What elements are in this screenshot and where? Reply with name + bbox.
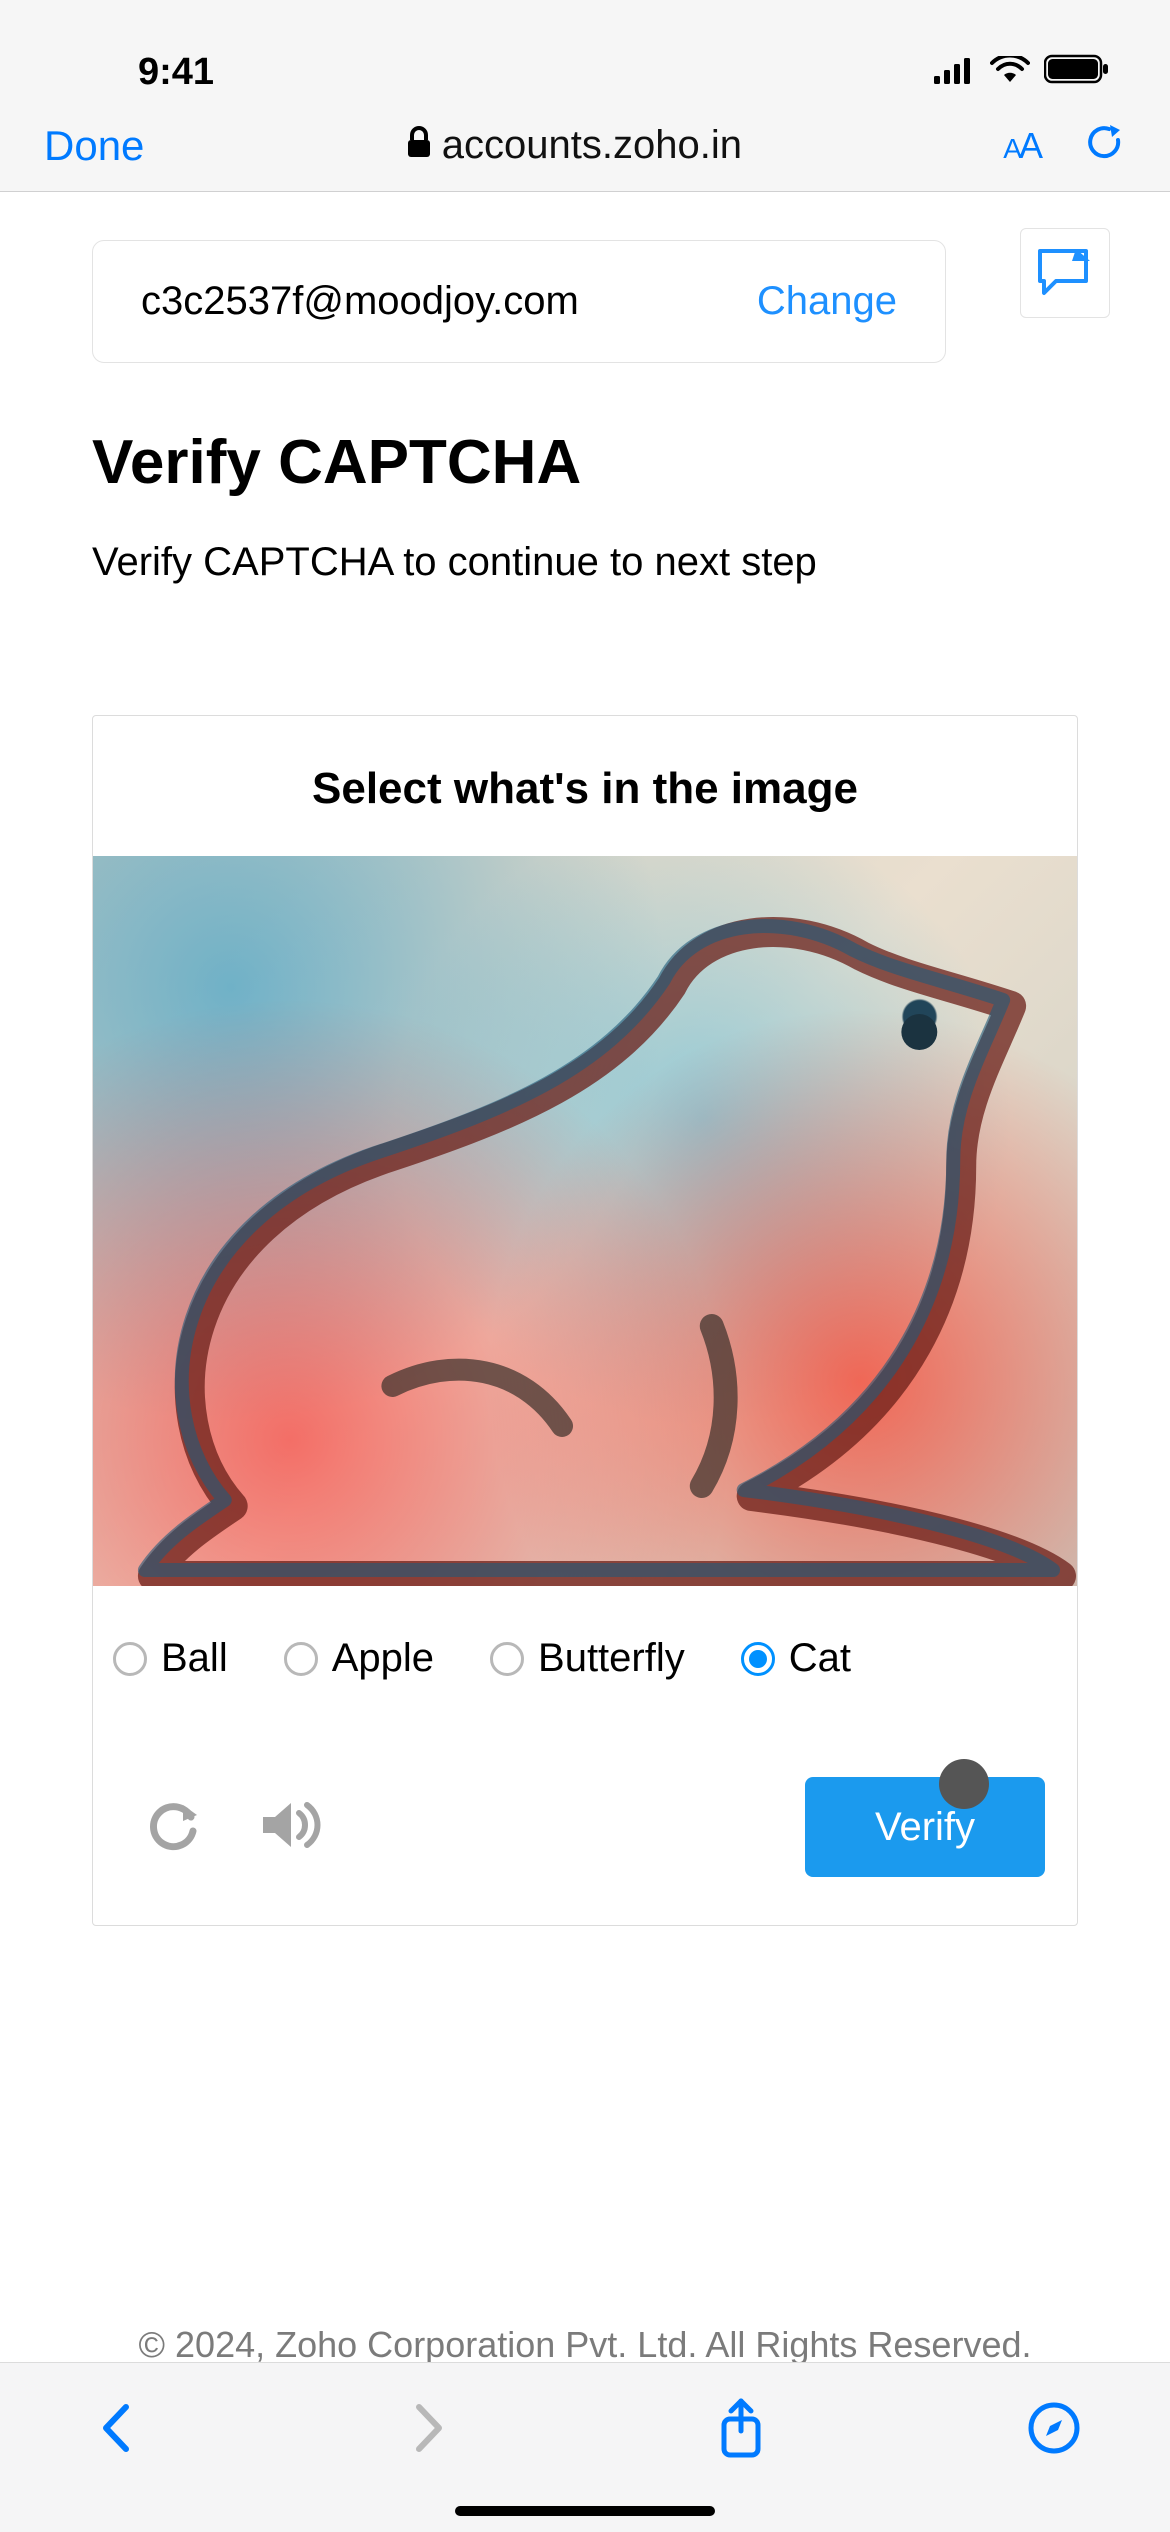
share-button[interactable]	[701, 2397, 781, 2459]
radio-icon	[490, 1642, 524, 1676]
account-email: c3c2537f@moodjoy.com	[141, 279, 579, 324]
cursor-indicator	[939, 1759, 989, 1809]
account-email-box: c3c2537f@moodjoy.com Change	[92, 240, 946, 363]
change-email-button[interactable]: Change	[757, 279, 897, 324]
status-bar: 9:41	[0, 0, 1170, 100]
captcha-instruction: Select what's in the image	[93, 716, 1077, 856]
radio-icon	[284, 1642, 318, 1676]
captcha-option-butterfly[interactable]: Butterfly	[490, 1636, 685, 1681]
url-host-text: accounts.zoho.in	[442, 123, 742, 168]
option-label: Apple	[332, 1636, 434, 1681]
page-title: Verify CAPTCHA	[92, 427, 1078, 498]
battery-icon	[1044, 51, 1110, 94]
verify-button-label: Verify	[875, 1805, 975, 1849]
captcha-card: Select what's in the image Ball Apple	[92, 715, 1078, 1926]
feedback-button[interactable]	[1020, 228, 1110, 318]
forward-button[interactable]	[389, 2403, 469, 2453]
option-label: Cat	[789, 1636, 851, 1681]
option-label: Ball	[161, 1636, 228, 1681]
cellular-icon	[934, 51, 976, 94]
page-content: c3c2537f@moodjoy.com Change Verify CAPTC…	[0, 192, 1170, 2362]
page-subtitle: Verify CAPTCHA to continue to next step	[92, 540, 1078, 585]
radio-icon	[113, 1642, 147, 1676]
refresh-captcha-icon[interactable]	[143, 1793, 207, 1862]
home-indicator	[455, 2506, 715, 2516]
captcha-actions: Verify	[93, 1693, 1077, 1925]
verify-button[interactable]: Verify	[805, 1777, 1045, 1877]
done-button[interactable]: Done	[44, 122, 144, 170]
feedback-icon	[1036, 247, 1094, 299]
reload-icon[interactable]	[1086, 123, 1126, 168]
back-button[interactable]	[76, 2403, 156, 2453]
captcha-option-ball[interactable]: Ball	[113, 1636, 228, 1681]
browser-header: Done accounts.zoho.in AA	[0, 100, 1170, 192]
captcha-image	[93, 856, 1077, 1586]
safari-toolbar	[0, 2362, 1170, 2532]
status-time: 9:41	[60, 51, 214, 94]
lock-icon	[406, 123, 432, 168]
radio-icon	[741, 1642, 775, 1676]
safari-open-button[interactable]	[1014, 2401, 1094, 2455]
url-display[interactable]: accounts.zoho.in	[406, 123, 742, 168]
captcha-option-cat[interactable]: Cat	[741, 1636, 851, 1681]
captcha-option-apple[interactable]: Apple	[284, 1636, 434, 1681]
text-size-button[interactable]: AA	[1003, 125, 1040, 167]
audio-captcha-icon[interactable]	[257, 1793, 327, 1862]
wifi-icon	[990, 51, 1030, 94]
copyright-text: © 2024, Zoho Corporation Pvt. Ltd. All R…	[0, 2324, 1170, 2362]
status-indicators	[934, 51, 1110, 94]
option-label: Butterfly	[538, 1636, 685, 1681]
captcha-options: Ball Apple Butterfly Cat	[93, 1586, 1077, 1693]
